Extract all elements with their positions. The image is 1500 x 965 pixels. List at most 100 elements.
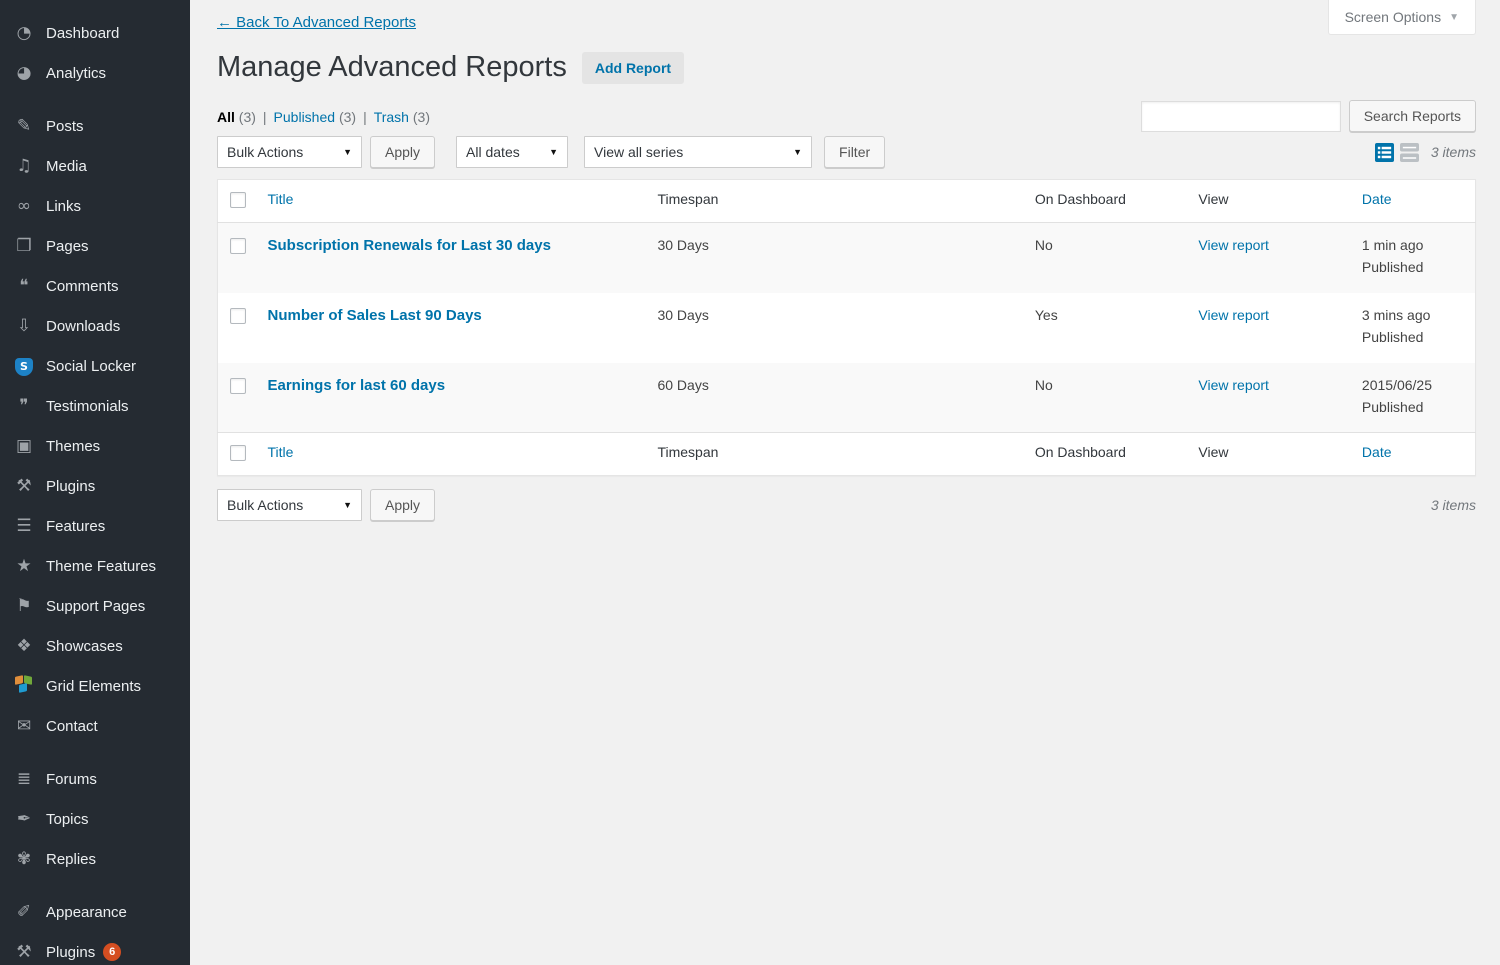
excerpt-view-icon[interactable] [1400, 143, 1419, 162]
sidebar-item-forums[interactable]: ≣ Forums [0, 759, 190, 799]
sidebar-item-label: Analytics [46, 65, 106, 82]
filter-trash-count: (3) [413, 109, 430, 125]
dropdown-caret-icon: ▼ [343, 500, 352, 510]
sidebar-item-label: Grid Elements [46, 678, 141, 695]
dropdown-caret-icon: ▼ [793, 147, 802, 157]
sidebar-item-showcases[interactable]: ❖ Showcases [0, 626, 190, 666]
bulk-actions-value: Bulk Actions [227, 497, 303, 513]
bulk-actions-value: Bulk Actions [227, 144, 303, 160]
dates-filter-value: All dates [466, 144, 520, 160]
sidebar-item-themes[interactable]: ▣ Themes [0, 426, 190, 466]
column-header-date[interactable]: Date [1352, 180, 1476, 223]
report-title-link[interactable]: Number of Sales Last 90 Days [268, 307, 482, 324]
table-header-row: Title Timespan On Dashboard View Date [218, 180, 1476, 223]
plug-icon: ⚒ [12, 944, 36, 961]
sidebar-item-dashboard[interactable]: ◔ Dashboard [0, 13, 190, 53]
sidebar-item-posts[interactable]: ✎ Posts [0, 106, 190, 146]
star-icon: ★ [12, 558, 36, 575]
media-icon: ♫ [12, 158, 36, 175]
row-checkbox[interactable] [230, 378, 246, 394]
sidebar-item-topics[interactable]: ✒ Topics [0, 799, 190, 839]
sidebar-item-label: Themes [46, 438, 100, 455]
sidebar-item-label: Links [46, 198, 81, 215]
add-report-button[interactable]: Add Report [582, 52, 684, 84]
search-input[interactable] [1141, 101, 1341, 132]
sidebar-item-label: Comments [46, 278, 119, 295]
sidebar-item-theme-features[interactable]: ★ Theme Features [0, 546, 190, 586]
sidebar-item-comments[interactable]: ❝ Comments [0, 266, 190, 306]
sidebar-item-analytics[interactable]: ◕ Analytics [0, 53, 190, 93]
row-checkbox[interactable] [230, 238, 246, 254]
sidebar-item-testimonials[interactable]: ❞ Testimonials [0, 386, 190, 426]
sidebar-item-label: Theme Features [46, 558, 156, 575]
apply-button-bottom[interactable]: Apply [370, 489, 435, 521]
sidebar-item-support-pages[interactable]: ⚑ Support Pages [0, 586, 190, 626]
sidebar-item-contact[interactable]: ✉ Contact [0, 706, 190, 746]
column-footer-date[interactable]: Date [1352, 433, 1476, 476]
sidebar-item-label: Support Pages [46, 598, 145, 615]
dates-filter-select[interactable]: All dates ▼ [456, 136, 568, 168]
sidebar-item-label: Social Locker [46, 358, 136, 375]
status-label: Published [1362, 329, 1465, 345]
on-dashboard-cell: No [1025, 363, 1189, 433]
sidebar-item-label: Replies [46, 851, 96, 868]
items-count: 3 items [1431, 497, 1476, 513]
date-relative: 3 mins ago [1362, 307, 1465, 323]
column-header-title[interactable]: Title [258, 180, 648, 223]
series-filter-select[interactable]: View all series ▼ [584, 136, 812, 168]
sidebar-item-downloads[interactable]: ⇩ Downloads [0, 306, 190, 346]
list-view-icon[interactable] [1375, 143, 1394, 162]
sidebar-item-features[interactable]: ☰ Features [0, 506, 190, 546]
sidebar-item-grid-elements[interactable]: Grid Elements [0, 666, 190, 706]
sidebar-item-pages[interactable]: ❐ Pages [0, 226, 190, 266]
sidebar-item-appearance[interactable]: ✐ Appearance [0, 892, 190, 932]
report-title-link[interactable]: Earnings for last 60 days [268, 377, 446, 394]
paintbrush-icon: ✐ [12, 904, 36, 921]
bulk-actions-select[interactable]: Bulk Actions ▼ [217, 136, 362, 168]
sidebar-item-label: Topics [46, 811, 89, 828]
bulk-actions-select-bottom[interactable]: Bulk Actions ▼ [217, 489, 362, 521]
sidebar-item-label: Plugins [46, 478, 95, 495]
on-dashboard-cell: Yes [1025, 293, 1189, 363]
select-all-checkbox[interactable] [230, 192, 246, 208]
view-mode-switcher [1375, 143, 1419, 162]
sidebar-item-plugins-2[interactable]: ⚒ Plugins 6 [0, 932, 190, 965]
sidebar-item-social-locker[interactable]: S Social Locker [0, 346, 190, 386]
chain-link-icon: ∞ [12, 198, 36, 215]
screen-options-button[interactable]: Screen Options ▼ [1328, 0, 1476, 35]
table-footer-row: Title Timespan On Dashboard View Date [218, 433, 1476, 476]
sidebar-item-label: Pages [46, 238, 89, 255]
report-title-link[interactable]: Subscription Renewals for Last 30 days [268, 237, 551, 254]
sidebar-item-replies[interactable]: ✾ Replies [0, 839, 190, 879]
column-footer-title[interactable]: Title [258, 433, 648, 476]
award-ribbon-icon: ❖ [12, 638, 36, 655]
sidebar-item-media[interactable]: ♫ Media [0, 146, 190, 186]
on-dashboard-cell: No [1025, 223, 1189, 293]
view-report-link[interactable]: View report [1198, 307, 1269, 323]
plug-icon: ⚒ [12, 478, 36, 495]
sidebar-item-plugins[interactable]: ⚒ Plugins [0, 466, 190, 506]
filter-button[interactable]: Filter [824, 136, 885, 168]
apply-button[interactable]: Apply [370, 136, 435, 168]
quote-bubbles-icon: ❞ [12, 398, 36, 415]
back-to-advanced-reports-link[interactable]: ← Back To Advanced Reports [217, 14, 416, 31]
filter-trash-link[interactable]: Trash (3) [374, 109, 430, 125]
select-all-checkbox[interactable] [230, 445, 246, 461]
filter-published-count: (3) [339, 109, 356, 125]
view-report-link[interactable]: View report [1198, 377, 1269, 393]
search-reports-button[interactable]: Search Reports [1349, 100, 1476, 132]
timespan-cell: 30 Days [647, 293, 1024, 363]
filter-all-link[interactable]: All (3) [217, 109, 256, 125]
table-toolbar-top: Bulk Actions ▼ Apply All dates ▼ View al… [217, 136, 1476, 168]
sidebar-item-label: Contact [46, 718, 98, 735]
sidebar-item-label: Media [46, 158, 87, 175]
bee-icon: ✾ [12, 851, 36, 868]
filter-published-link[interactable]: Published (3) [274, 109, 357, 125]
dashboard-icon: ◔ [12, 25, 36, 42]
sidebar-separator [0, 879, 190, 892]
series-filter-value: View all series [594, 144, 683, 160]
date-cell: 3 mins ago Published [1352, 293, 1476, 363]
row-checkbox[interactable] [230, 308, 246, 324]
view-report-link[interactable]: View report [1198, 237, 1269, 253]
sidebar-item-links[interactable]: ∞ Links [0, 186, 190, 226]
